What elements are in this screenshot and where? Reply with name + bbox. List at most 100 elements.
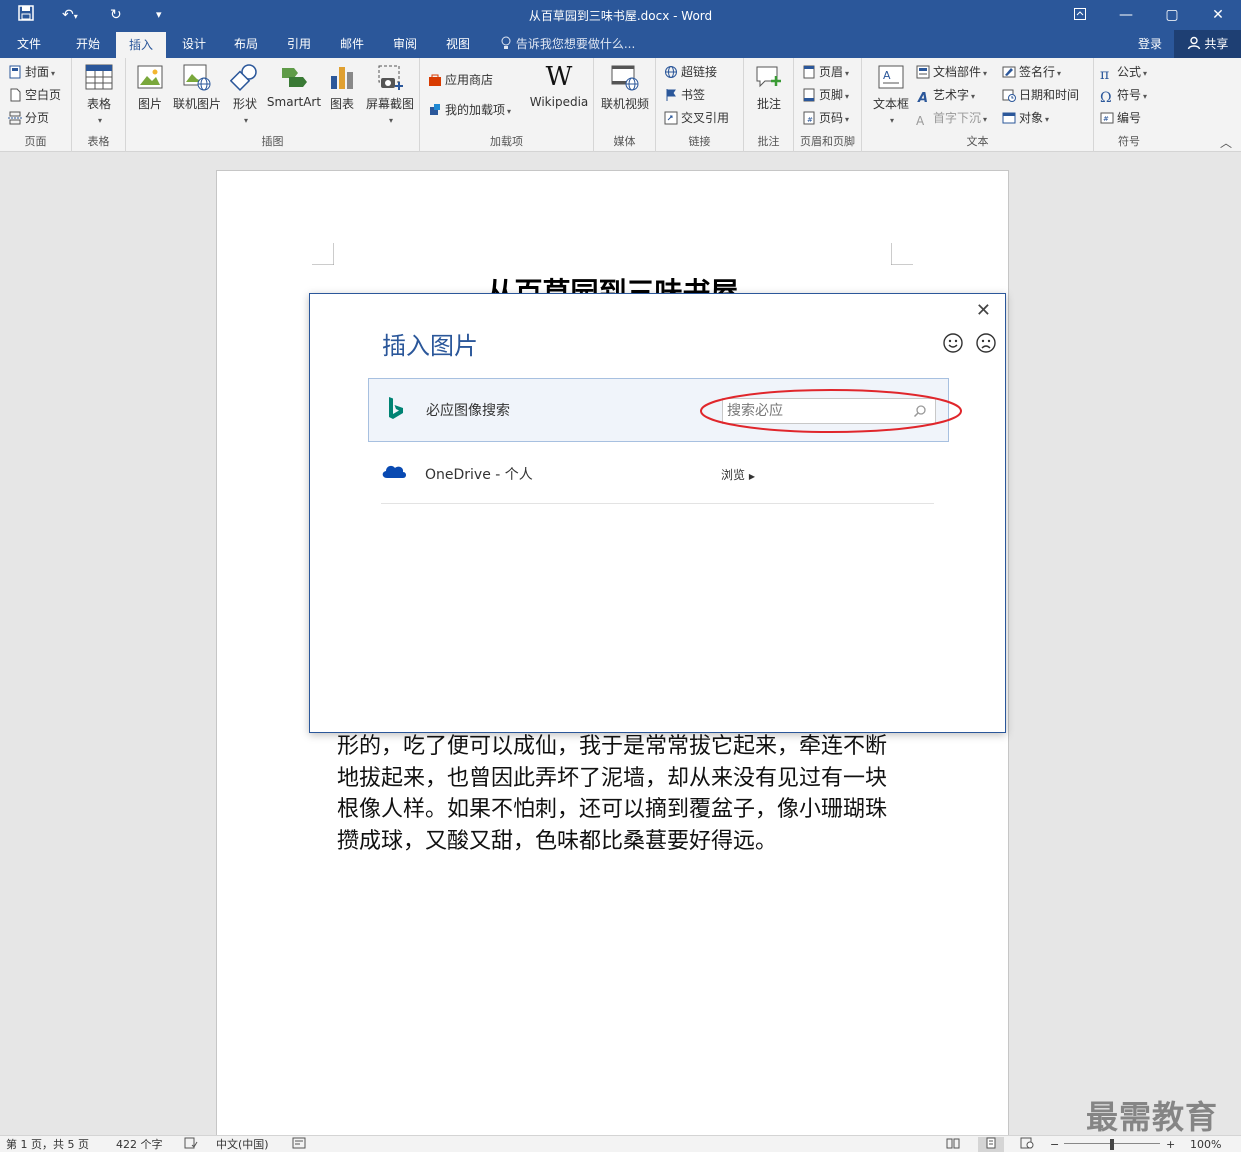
object-button[interactable]: 对象 ▾ xyxy=(1002,108,1049,128)
frown-feedback-icon[interactable] xyxy=(975,332,997,357)
date-time-button[interactable]: 日期和时间 xyxy=(1002,85,1079,105)
page-count[interactable]: 第 1 页，共 5 页 xyxy=(6,1137,89,1152)
online-picture-button[interactable]: 联机图片 xyxy=(170,62,224,112)
bookmark-icon xyxy=(666,89,676,101)
lightbulb-icon xyxy=(500,36,516,51)
group-header-footer: 页眉 ▾ 页脚 ▾ # 页码 ▾ 页眉和页脚 xyxy=(794,58,862,152)
equation-button[interactable]: π 公式 ▾ xyxy=(1100,62,1147,82)
cover-page-button[interactable]: 封面 ▾ xyxy=(8,62,55,82)
blank-page-button[interactable]: 空白页 xyxy=(8,85,61,105)
shapes-button[interactable]: 形状 ▾ xyxy=(226,62,264,126)
read-mode-icon[interactable] xyxy=(946,1137,960,1152)
share-button[interactable]: 共享 xyxy=(1174,30,1241,58)
smartart-icon xyxy=(282,68,307,87)
minimize-icon[interactable]: — xyxy=(1103,0,1149,30)
browse-link[interactable]: 浏览 ▶ xyxy=(721,466,755,483)
crop-mark-top-right xyxy=(891,243,913,265)
maximize-icon[interactable]: ▢ xyxy=(1149,0,1195,30)
tab-mailings[interactable]: 邮件 xyxy=(326,30,378,58)
hyperlink-button[interactable]: 超链接 xyxy=(664,62,717,82)
onedrive-row[interactable]: OneDrive - 个人 浏览 ▶ xyxy=(381,452,934,504)
group-label-illustrations: 插图 xyxy=(261,135,284,148)
svg-text:#: # xyxy=(1103,115,1109,123)
group-illustrations: 图片 联机图片 形状 ▾ SmartArt 图表 屏幕截图 ▾ 插图 xyxy=(126,58,420,152)
screenshot-button[interactable]: 屏幕截图 ▾ xyxy=(362,62,418,126)
collapse-ribbon-icon[interactable]: ︿ xyxy=(1220,134,1232,151)
zoom-slider-thumb[interactable] xyxy=(1110,1139,1114,1150)
tab-insert[interactable]: 插入 xyxy=(116,32,166,58)
wikipedia-button[interactable]: W Wikipedia xyxy=(526,62,592,109)
drop-cap-button[interactable]: A 首字下沉 ▾ xyxy=(916,108,987,128)
tab-home[interactable]: 开始 xyxy=(62,30,114,58)
web-layout-icon[interactable] xyxy=(1020,1137,1034,1152)
page-number-button[interactable]: # 页码 ▾ xyxy=(802,108,849,128)
comment-icon xyxy=(756,66,781,88)
ribbon-tabs: 文件 开始 插入 设计 布局 引用 邮件 审阅 视图 告诉我您想要做什么... … xyxy=(0,30,1241,58)
window-title: 从百草园到三味书屋.docx - Word xyxy=(528,9,713,23)
group-label-addins: 加载项 xyxy=(490,135,523,148)
proofing-icon[interactable] xyxy=(184,1137,198,1152)
language-indicator[interactable]: 中文(中国) xyxy=(216,1137,269,1152)
store-button[interactable]: 应用商店 xyxy=(428,70,493,90)
tab-review[interactable]: 审阅 xyxy=(379,30,431,58)
symbol-button[interactable]: Ω 符号 ▾ xyxy=(1100,85,1147,105)
signature-line-icon xyxy=(1002,66,1016,78)
group-label-links: 链接 xyxy=(688,135,711,148)
picture-icon xyxy=(137,65,163,89)
login-link[interactable]: 登录 xyxy=(1138,30,1162,58)
group-label-symbols: 符号 xyxy=(1118,135,1140,148)
footer-button[interactable]: 页脚 ▾ xyxy=(802,85,849,105)
smartart-button[interactable]: SmartArt xyxy=(266,62,322,109)
online-video-button[interactable]: 联机视频 xyxy=(598,62,652,112)
comment-button[interactable]: 批注 xyxy=(750,62,788,112)
blank-page-icon xyxy=(10,88,21,102)
word-count[interactable]: 422 个字 xyxy=(116,1137,163,1152)
shapes-icon xyxy=(230,64,257,91)
macro-record-icon[interactable] xyxy=(292,1137,306,1152)
print-layout-icon[interactable] xyxy=(978,1137,1004,1152)
smile-feedback-icon[interactable] xyxy=(942,332,964,357)
my-addins-button[interactable]: 我的加载项 ▾ xyxy=(428,100,511,120)
wordart-button[interactable]: A 艺术字 ▾ xyxy=(916,85,975,106)
tab-references[interactable]: 引用 xyxy=(273,30,325,58)
tab-file[interactable]: 文件 xyxy=(4,30,54,58)
quick-parts-button[interactable]: 文档部件 ▾ xyxy=(916,62,987,82)
cross-reference-button[interactable]: 交叉引用 xyxy=(664,108,729,128)
signature-line-button[interactable]: 签名行 ▾ xyxy=(1002,62,1061,82)
close-icon[interactable]: ✕ xyxy=(1195,0,1241,30)
cross-reference-icon xyxy=(664,111,678,125)
page-break-icon xyxy=(8,111,22,125)
ribbon-display-options-icon[interactable] xyxy=(1057,0,1103,30)
onedrive-cloud-icon xyxy=(381,462,407,483)
tell-me-box[interactable]: 告诉我您想要做什么... xyxy=(500,30,635,58)
chart-button[interactable]: 图表 xyxy=(324,62,360,112)
bookmark-button[interactable]: 书签 xyxy=(664,85,705,105)
insert-picture-dialog: ✕ 插入图片 必应图像搜索 OneDrive - 个人 浏览 ▶ xyxy=(309,293,1006,733)
footer-icon xyxy=(803,88,815,102)
group-links: 超链接 书签 交叉引用 链接 xyxy=(656,58,744,152)
number-button[interactable]: # 编号 xyxy=(1100,108,1141,128)
page-break-button[interactable]: 分页 xyxy=(8,108,49,128)
group-label-pages: 页面 xyxy=(24,135,47,148)
status-bar: 第 1 页，共 5 页 422 个字 中文(中国) − + 100% xyxy=(0,1135,1241,1152)
zoom-in-button[interactable]: + xyxy=(1166,1137,1175,1152)
dialog-close-icon[interactable]: ✕ xyxy=(976,300,991,321)
drop-cap-icon: A xyxy=(916,114,925,128)
textbox-button[interactable]: A 文本框 ▾ xyxy=(868,62,914,126)
group-label-comments: 批注 xyxy=(757,135,780,148)
group-symbols: π 公式 ▾ Ω 符号 ▾ # 编号 符号 xyxy=(1094,58,1164,152)
tab-view[interactable]: 视图 xyxy=(432,30,484,58)
picture-button[interactable]: 图片 xyxy=(132,62,168,112)
group-comments: 批注 批注 xyxy=(744,58,794,152)
onedrive-label: OneDrive - 个人 xyxy=(425,467,533,483)
table-button[interactable]: 表格 ▾ xyxy=(80,62,118,126)
online-video-icon xyxy=(611,65,639,91)
tab-layout[interactable]: 布局 xyxy=(220,30,272,58)
hyperlink-icon xyxy=(665,66,677,78)
tab-design[interactable]: 设计 xyxy=(168,30,220,58)
zoom-level[interactable]: 100% xyxy=(1190,1137,1221,1152)
ribbon-insert: 封面 ▾ 空白页 分页 页面 表格 ▾ 表格 图片 联机图片 形状 ▾ Smar… xyxy=(0,58,1241,152)
number-icon: # xyxy=(1100,112,1114,124)
header-button[interactable]: 页眉 ▾ xyxy=(802,62,849,82)
zoom-out-button[interactable]: − xyxy=(1050,1137,1059,1152)
